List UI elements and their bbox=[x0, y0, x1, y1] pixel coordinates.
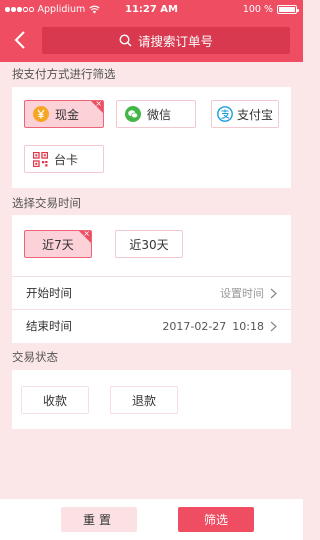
reset-button[interactable]: 重置 bbox=[61, 507, 137, 532]
alipay-icon bbox=[217, 106, 233, 122]
payment-option-cash[interactable]: 现金 × bbox=[24, 100, 104, 128]
yen-coin-icon bbox=[33, 106, 49, 122]
time-card: 近7天 × 近30天 开始时间 设置时间 结束时间 2017-02-27 10:… bbox=[12, 215, 291, 343]
start-time-row[interactable]: 开始时间 设置时间 bbox=[12, 276, 291, 309]
battery-percent: 100 % bbox=[242, 4, 273, 15]
payment-option-label: 台卡 bbox=[54, 152, 79, 167]
time-section-title: 选择交易时间 bbox=[12, 196, 81, 210]
status-collect[interactable]: 收款 bbox=[21, 386, 89, 414]
header: Applidium 11:27 AM 100 % 请搜索订单号 bbox=[0, 0, 303, 62]
status-card: 收款 退款 bbox=[12, 370, 291, 429]
chevron-left-icon bbox=[14, 31, 25, 49]
status-bar: Applidium 11:27 AM 100 % bbox=[0, 0, 303, 20]
battery-icon bbox=[277, 5, 299, 14]
end-time-clock: 10:18 bbox=[232, 319, 264, 333]
range-7-days[interactable]: 近7天 × bbox=[24, 230, 92, 258]
range-30-days[interactable]: 近30天 bbox=[115, 230, 183, 258]
end-time-label: 结束时间 bbox=[26, 319, 72, 333]
close-icon: × bbox=[95, 100, 102, 108]
chevron-right-icon bbox=[270, 321, 277, 331]
status-section-title: 交易状态 bbox=[12, 350, 58, 364]
payment-options-card: 现金 × 微信 支付宝 台卡 bbox=[12, 87, 291, 188]
start-time-label: 开始时间 bbox=[26, 286, 72, 300]
end-time-date: 2017-02-27 bbox=[162, 319, 227, 333]
range-label: 近7天 bbox=[42, 237, 74, 252]
wechat-icon bbox=[125, 106, 141, 122]
back-button[interactable] bbox=[8, 26, 32, 54]
status-refund[interactable]: 退款 bbox=[110, 386, 178, 414]
status-label: 退款 bbox=[131, 393, 156, 408]
filter-button[interactable]: 筛选 bbox=[178, 507, 254, 532]
payment-option-table-card[interactable]: 台卡 bbox=[24, 145, 104, 173]
payment-option-label: 支付宝 bbox=[237, 107, 274, 122]
search-placeholder: 请搜索订单号 bbox=[137, 34, 213, 49]
chevron-right-icon bbox=[270, 288, 277, 298]
footer-bar: 重置 筛选 bbox=[0, 499, 303, 540]
range-label: 近30天 bbox=[129, 237, 169, 252]
close-icon: × bbox=[83, 230, 90, 238]
payment-option-wechat[interactable]: 微信 bbox=[116, 100, 196, 128]
payment-option-alipay[interactable]: 支付宝 bbox=[211, 100, 279, 128]
payment-section-title: 按支付方式进行筛选 bbox=[12, 67, 116, 81]
payment-option-label: 微信 bbox=[147, 107, 172, 122]
start-time-value: 设置时间 bbox=[220, 287, 264, 300]
payment-option-label: 现金 bbox=[55, 107, 80, 122]
search-icon bbox=[119, 34, 132, 47]
search-input[interactable]: 请搜索订单号 bbox=[42, 27, 290, 54]
qr-code-icon bbox=[33, 151, 48, 167]
end-time-row[interactable]: 结束时间 2017-02-27 10:18 bbox=[12, 309, 291, 342]
status-label: 收款 bbox=[42, 393, 67, 408]
